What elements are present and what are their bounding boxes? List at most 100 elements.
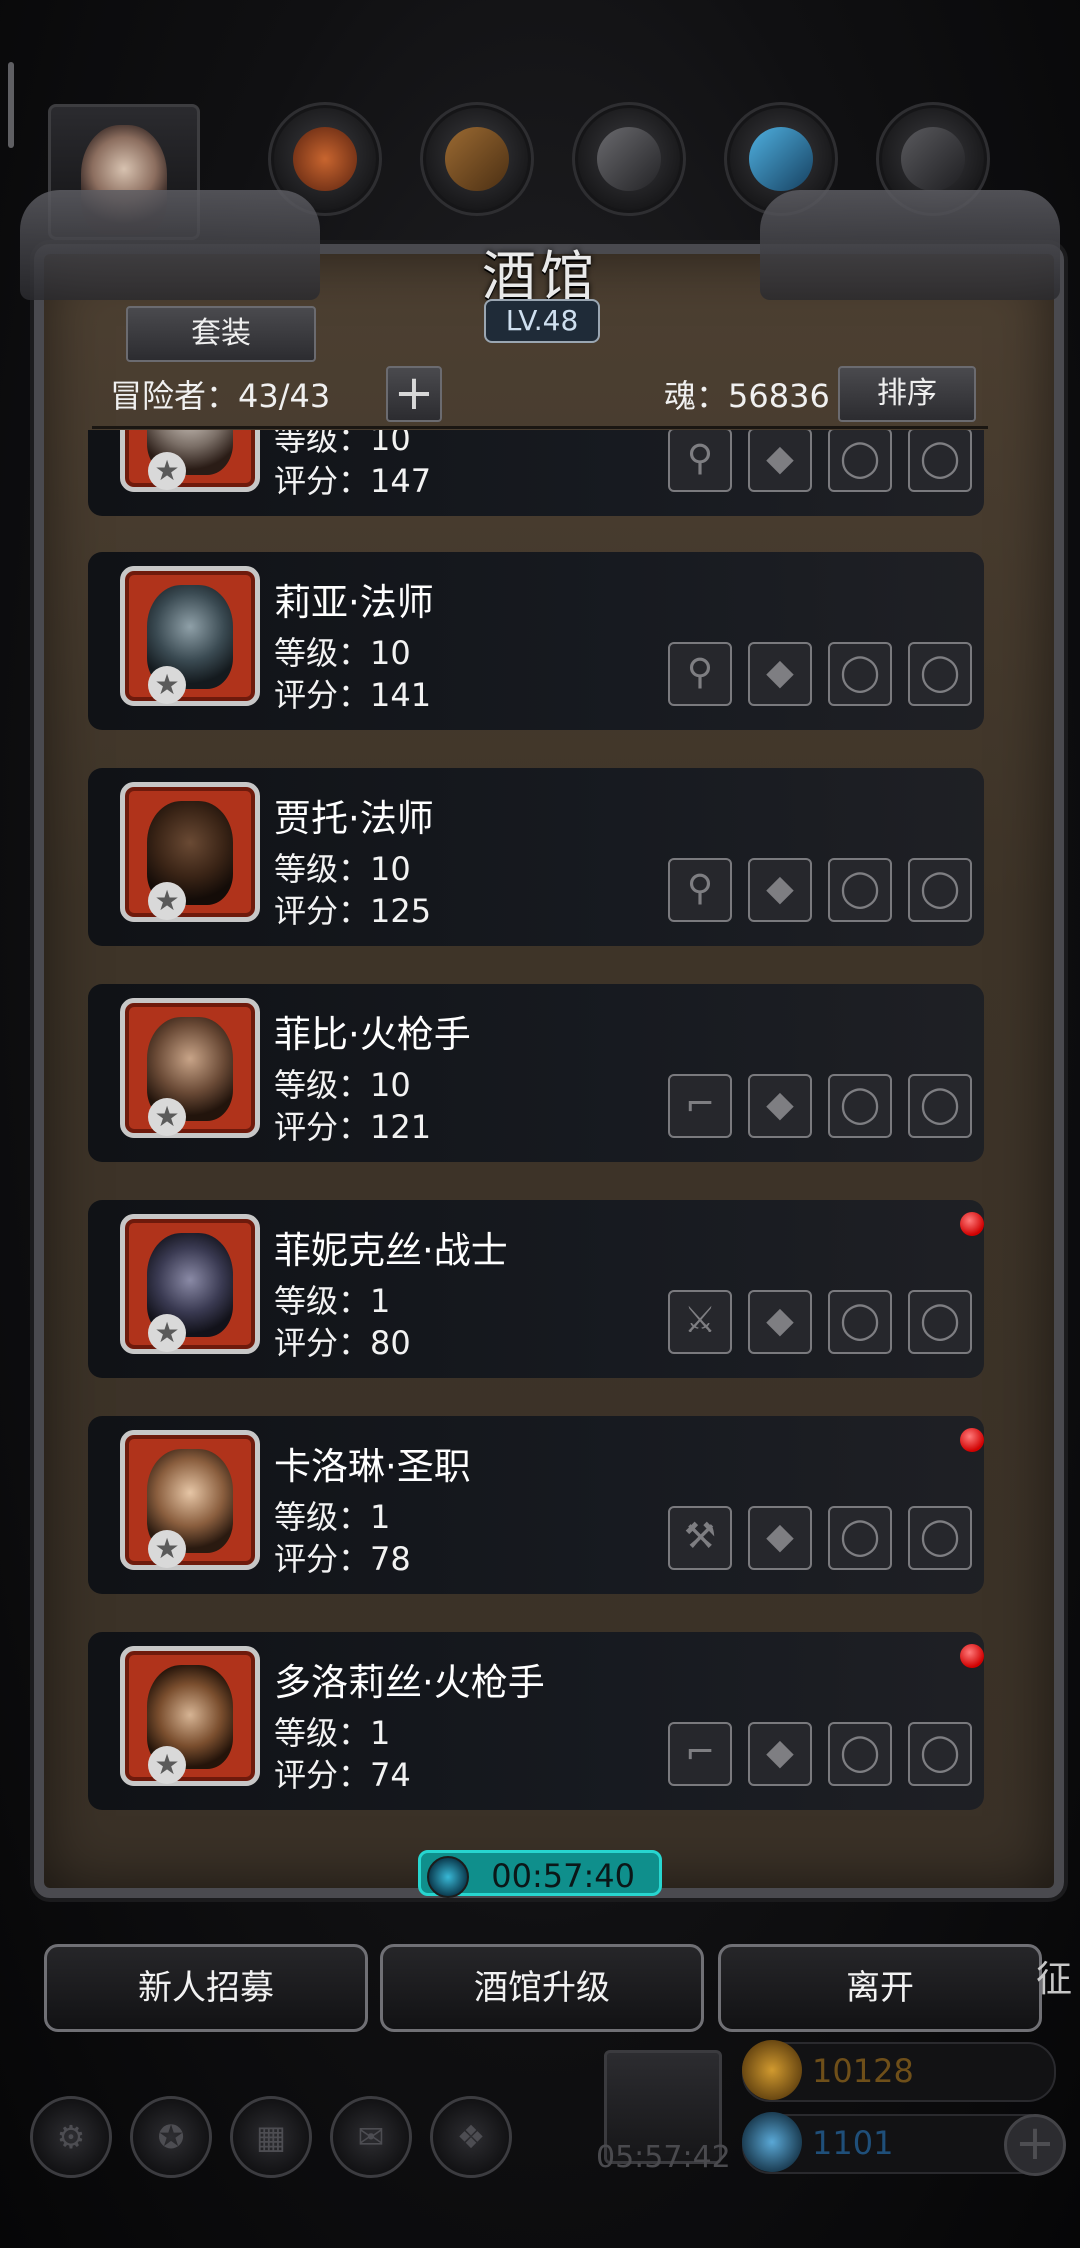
armor-slot-icon[interactable]: ◆ [748,1074,812,1138]
timer-text: 00:57:40 [491,1857,635,1895]
hero-card[interactable]: ★ 莉亚·法师 等级：10 评分：141 ⚲ ◆ ◯ ◯ [88,552,984,730]
armor-slot-icon[interactable]: ◆ [748,1290,812,1354]
ring-slot-icon[interactable]: ◯ [908,1506,972,1570]
hero-name: 菲比·火枪手 [274,1013,471,1056]
armor-slot-icon[interactable]: ◆ [748,858,812,922]
star-icon: ★ [148,882,186,920]
hero-portrait [120,430,260,492]
tavern-screen: 酒馆 LV.48 套装 冒险者：43/43 + 魂：56836 排序 ★ 等级：… [0,0,1080,2248]
sort-button[interactable]: 排序 [838,366,976,422]
handshake-icon[interactable]: ❖ [430,2096,512,2178]
armor-slot-icon[interactable]: ◆ [748,430,812,492]
weapon-slot-gun-icon[interactable]: ⌐ [668,1074,732,1138]
hero-name: 卡洛琳·圣职 [274,1445,471,1488]
hero-portrait [120,1430,260,1570]
armor-slot-icon[interactable]: ◆ [748,642,812,706]
divider [92,426,988,429]
ring-slot-icon[interactable]: ◯ [828,430,892,492]
hero-list[interactable]: ★ 等级：10 评分：147 ⚲ ◆ ◯ ◯ ★ 莉亚·法师 等级：10 评分：… [86,430,986,1814]
hero-name: 菲妮克丝·战士 [274,1229,508,1272]
ring-slot-icon[interactable]: ◯ [828,1506,892,1570]
new-indicator-dot [960,1428,984,1452]
hero-portrait [120,1646,260,1786]
hero-portrait [120,1214,260,1354]
edge-label: 征 [1036,1959,1073,2000]
ring-slot-icon[interactable]: ◯ [908,858,972,922]
hero-level: 等级：1 [274,1714,391,1752]
ring-slot-icon[interactable]: ◯ [908,642,972,706]
star-icon: ★ [148,1746,186,1784]
ring-slot-icon[interactable]: ◯ [908,1074,972,1138]
star-icon: ★ [148,1098,186,1136]
weapon-slot-gun-icon[interactable]: ⌐ [668,1722,732,1786]
weapon-slot-sword-icon[interactable]: ⚔ [668,1290,732,1354]
ring-slot-icon[interactable]: ◯ [908,430,972,492]
armor-slot-icon[interactable]: ◆ [748,1722,812,1786]
hero-level: 等级：1 [274,1498,391,1536]
clock-icon [427,1856,469,1898]
leave-button[interactable]: 离开 [718,1944,1042,2032]
new-indicator-dot [960,1644,984,1668]
gold-coin-icon [742,2040,802,2100]
hero-card[interactable]: ★ 菲妮克丝·战士 等级：1 评分：80 ⚔ ◆ ◯ ◯ [88,1200,984,1378]
gift-timer: 05:57:42 [596,2140,731,2175]
ring-slot-icon[interactable]: ◯ [828,1722,892,1786]
hero-card[interactable]: ★ 菲比·火枪手 等级：10 评分：121 ⌐ ◆ ◯ ◯ [88,984,984,1162]
add-adventurer-button[interactable]: + [386,366,442,422]
hero-level: 等级：10 [274,634,411,672]
hero-level: 等级：1 [274,1282,391,1320]
star-icon: ★ [148,452,186,490]
hero-card[interactable]: ★ 贾托·法师 等级：10 评分：125 ⚲ ◆ ◯ ◯ [88,768,984,946]
hero-portrait [120,998,260,1138]
recruit-button[interactable]: 新人招募 [44,1944,368,2032]
weapon-slot-hammer-icon[interactable]: ⚒ [668,1506,732,1570]
upgrade-tavern-button[interactable]: 酒馆升级 [380,1944,704,2032]
weapon-slot-staff-icon[interactable]: ⚲ [668,858,732,922]
weapon-slot-staff-icon[interactable]: ⚲ [668,642,732,706]
gold-display: 10128 [742,2040,1056,2102]
ring-slot-icon[interactable]: ◯ [828,642,892,706]
level-badge: LV.48 [484,299,600,343]
ring-slot-icon[interactable]: ◯ [908,1290,972,1354]
hero-portrait [120,782,260,922]
hero-score: 评分：80 [274,1324,411,1362]
hero-level: 等级：10 [274,850,411,888]
hero-name: 贾托·法师 [274,797,434,840]
star-icon: ★ [148,666,186,704]
achievement-star-icon[interactable]: ✪ [130,2096,212,2178]
ring-slot-icon[interactable]: ◯ [828,858,892,922]
hero-score: 评分：121 [274,1108,432,1146]
new-indicator-dot [960,1212,984,1236]
star-icon: ★ [148,1530,186,1568]
hero-name: 莉亚·法师 [274,581,434,624]
hero-score: 评分：141 [274,676,432,714]
soul-count: 魂：56836 [664,377,830,415]
refresh-timer: 00:57:40 [418,1850,662,1898]
iron-resource-icon[interactable] [572,102,686,216]
settings-gear-icon[interactable]: ⚙ [30,2096,112,2178]
hero-score: 评分：74 [274,1756,411,1794]
star-icon: ★ [148,1314,186,1352]
hero-level: 等级：10 [274,1066,411,1104]
add-gems-button[interactable]: + [1004,2114,1066,2176]
hero-score: 评分：125 [274,892,432,930]
ring-slot-icon[interactable]: ◯ [828,1074,892,1138]
weapon-slot-staff-icon[interactable]: ⚲ [668,430,732,492]
ring-slot-icon[interactable]: ◯ [908,1722,972,1786]
suit-button[interactable]: 套装 [126,306,316,362]
mail-icon[interactable]: ✉ [330,2096,412,2178]
armor-slot-icon[interactable]: ◆ [748,1506,812,1570]
hero-card[interactable]: ★ 卡洛琳·圣职 等级：1 评分：78 ⚒ ◆ ◯ ◯ [88,1416,984,1594]
wood-resource-icon[interactable] [420,102,534,216]
hero-name: 多洛莉丝·火枪手 [274,1661,545,1704]
ring-slot-icon[interactable]: ◯ [828,1290,892,1354]
gold-amount: 10128 [812,2052,914,2090]
hero-card[interactable]: ★ 多洛莉丝·火枪手 等级：1 评分：74 ⌐ ◆ ◯ ◯ [88,1632,984,1810]
adventurer-count: 冒险者：43/43 [110,377,331,415]
hero-card[interactable]: ★ 等级：10 评分：147 ⚲ ◆ ◯ ◯ [88,430,984,516]
gem-amount: 1101 [812,2124,894,2162]
hero-score: 评分：147 [274,462,432,500]
scroll-indicator [8,62,14,148]
hero-score: 评分：78 [274,1540,411,1578]
rank-icon[interactable]: ▦ [230,2096,312,2178]
